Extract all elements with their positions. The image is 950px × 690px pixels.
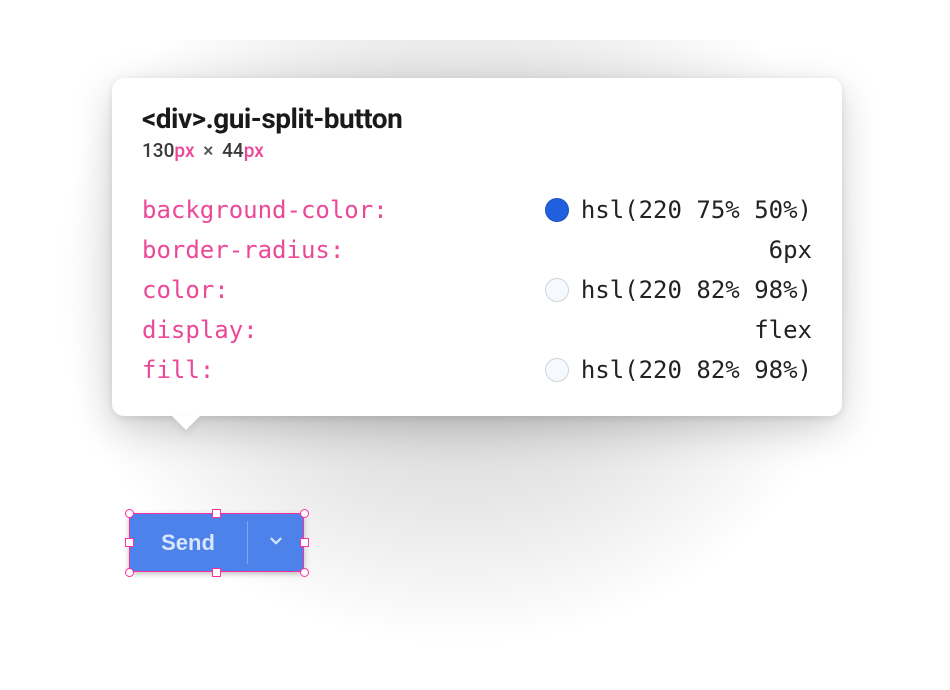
dropdown-toggle-button[interactable] xyxy=(248,513,304,572)
prop-name: color xyxy=(142,278,229,302)
prop-name: border-radius xyxy=(142,238,344,262)
chevron-down-icon xyxy=(267,532,285,553)
color-swatch-icon xyxy=(545,358,569,382)
prop-row: color hsl(220 82% 98%) xyxy=(142,270,812,310)
prop-value: flex xyxy=(754,318,812,342)
prop-value-text: 6px xyxy=(769,238,812,262)
prop-row: fill hsl(220 82% 98%) xyxy=(142,350,812,390)
prop-value: hsl(220 75% 50%) xyxy=(545,198,812,222)
color-swatch-icon xyxy=(545,198,569,222)
prop-value: 6px xyxy=(769,238,812,262)
dim-width: 130 xyxy=(142,139,174,162)
prop-value-text: flex xyxy=(754,318,812,342)
prop-name: display xyxy=(142,318,258,342)
prop-name: background-color xyxy=(142,198,388,222)
element-tooltip: <div>.gui-split-button 130px × 44px back… xyxy=(112,78,842,416)
prop-row: background-color hsl(220 75% 50%) xyxy=(142,190,812,230)
tooltip-dimensions: 130px × 44px xyxy=(142,139,812,162)
prop-row: border-radius 6px xyxy=(142,230,812,270)
prop-value: hsl(220 82% 98%) xyxy=(545,278,812,302)
tooltip-props: background-color hsl(220 75% 50%) border-r… xyxy=(142,190,812,390)
dim-height-unit: px xyxy=(244,139,264,162)
prop-value-text: hsl(220 82% 98%) xyxy=(581,358,812,382)
color-swatch-icon xyxy=(545,278,569,302)
dim-width-unit: px xyxy=(174,139,194,162)
gui-split-button[interactable]: Send xyxy=(129,513,304,572)
prop-value-text: hsl(220 82% 98%) xyxy=(581,278,812,302)
prop-name: fill xyxy=(142,358,214,382)
dim-height: 44 xyxy=(222,139,244,162)
prop-value: hsl(220 82% 98%) xyxy=(545,358,812,382)
prop-value-text: hsl(220 75% 50%) xyxy=(581,198,812,222)
tooltip-selector: <div>.gui-split-button xyxy=(142,102,812,135)
dim-sep: × xyxy=(199,139,217,162)
prop-row: display flex xyxy=(142,310,812,350)
send-button[interactable]: Send xyxy=(129,513,247,572)
